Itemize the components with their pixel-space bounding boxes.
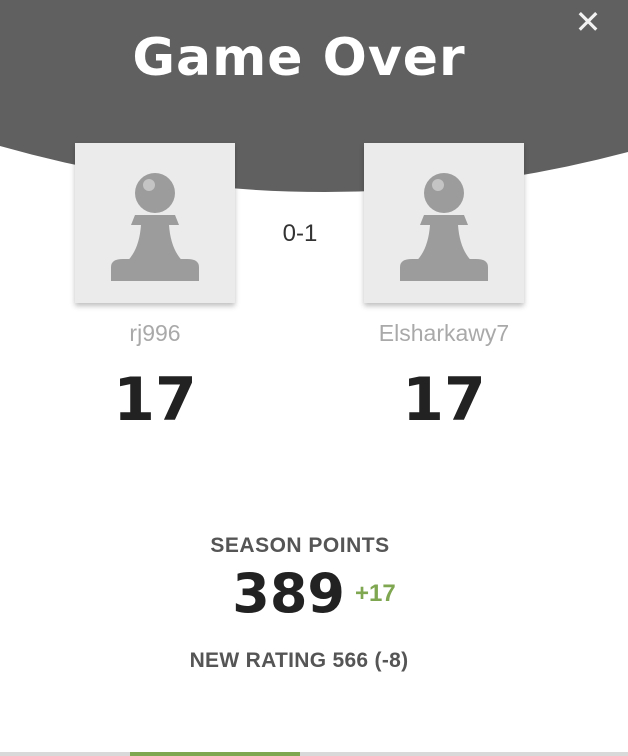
season-points-delta: +17 xyxy=(355,579,396,607)
pawn-icon xyxy=(111,173,199,281)
bottom-accent-bar xyxy=(130,752,300,756)
season-points-label: SEASON POINTS xyxy=(210,534,390,557)
season-points-row: 389 +17 xyxy=(0,562,628,625)
close-icon[interactable]: ✕ xyxy=(570,4,606,40)
pawn-icon xyxy=(400,173,488,281)
player-left-username[interactable]: rj996 xyxy=(25,320,285,347)
bottom-divider xyxy=(0,752,628,756)
game-result: 0-1 xyxy=(282,220,318,247)
player-right-username[interactable]: Elsharkawy7 xyxy=(314,320,574,347)
game-over-title: Game Over xyxy=(132,28,466,88)
new-rating-text: NEW RATING 566 (-8) xyxy=(189,649,409,672)
season-points-value: 389 xyxy=(232,562,345,625)
player-left-rating: 17 xyxy=(113,365,197,435)
player-left-avatar xyxy=(75,143,235,303)
player-right-avatar xyxy=(364,143,524,303)
player-right-rating: 17 xyxy=(402,365,486,435)
